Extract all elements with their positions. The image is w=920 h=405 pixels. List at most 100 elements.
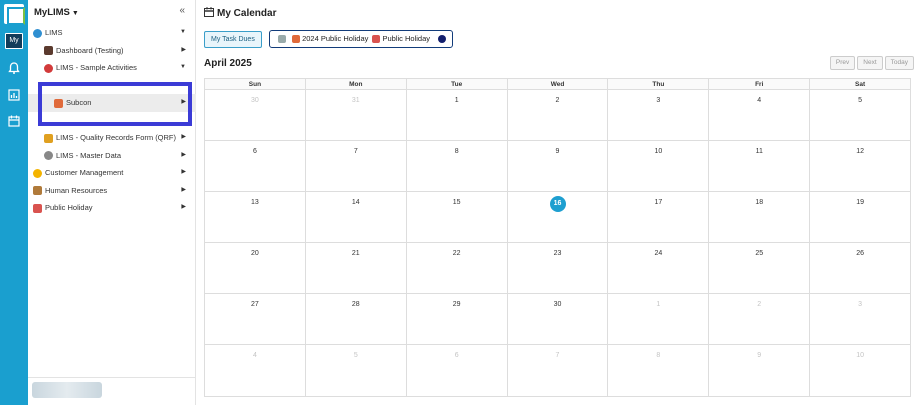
day-cell[interactable]: 5 xyxy=(304,345,406,396)
day-cell[interactable]: 19 xyxy=(809,192,910,242)
day-number-text: 28 xyxy=(351,301,360,308)
day-cell[interactable]: 30 xyxy=(205,90,305,140)
week-row: 4 5 6 7 8 9 10 xyxy=(205,345,910,396)
day-number: 20 xyxy=(205,250,305,257)
day-number-text: 20 xyxy=(251,250,259,257)
day-number-text: 10 xyxy=(654,148,663,155)
calendar-filter[interactable]: 2024 Public Holiday Public Holiday xyxy=(269,30,454,48)
day-cell[interactable]: 27 xyxy=(205,294,305,344)
day-cell[interactable]: 6 xyxy=(405,345,507,396)
day-cell[interactable]: 10 xyxy=(809,345,910,396)
my-button[interactable]: My xyxy=(5,33,23,49)
day-cell[interactable]: 1 xyxy=(405,90,507,140)
day-cell[interactable]: 23 xyxy=(506,243,608,293)
day-cell[interactable]: 26 xyxy=(809,243,910,293)
day-cell[interactable]: 22 xyxy=(405,243,507,293)
chevron-right-icon: ▶ xyxy=(181,46,186,53)
app-logo-icon[interactable] xyxy=(4,4,25,25)
page-title: My Calendar xyxy=(204,7,276,19)
day-cell[interactable]: 28 xyxy=(304,294,406,344)
day-number: 7 xyxy=(306,148,406,155)
day-cell[interactable]: 4 xyxy=(708,90,809,140)
sidebar-title[interactable]: MyLIMS ▼ xyxy=(34,7,79,18)
calendar-icon xyxy=(204,7,214,17)
day-number: 5 xyxy=(306,352,406,359)
day-cell[interactable]: 3 xyxy=(607,90,708,140)
weekday-sat: Sat xyxy=(809,79,910,89)
sidebar-item-human-resources[interactable]: Human Resources ▶ xyxy=(28,182,196,200)
day-cell-today[interactable]: 16 xyxy=(506,192,608,242)
day-cell[interactable]: 6 xyxy=(205,141,305,191)
day-cell[interactable]: 5 xyxy=(809,90,910,140)
next-button[interactable]: Next xyxy=(857,56,883,70)
day-number-text: 14 xyxy=(351,199,360,206)
sidebar-item-public-holiday[interactable]: Public Holiday ▶ xyxy=(28,199,196,217)
smiley-icon xyxy=(33,168,42,178)
day-cell[interactable]: 25 xyxy=(708,243,809,293)
day-cell[interactable]: 31 xyxy=(304,90,406,140)
double-chevron-left-icon[interactable]: « xyxy=(179,5,185,16)
day-cell[interactable]: 3 xyxy=(809,294,910,344)
day-cell[interactable]: 2 xyxy=(708,294,809,344)
day-number: 9 xyxy=(709,352,809,359)
day-cell[interactable]: 11 xyxy=(708,141,809,191)
day-number-text: 2 xyxy=(555,97,560,104)
day-number: 4 xyxy=(709,97,809,104)
day-cell[interactable]: 15 xyxy=(405,192,507,242)
day-cell[interactable]: 24 xyxy=(607,243,708,293)
day-number-text: 3 xyxy=(656,97,661,104)
day-number-text: 12 xyxy=(856,148,864,155)
user-avatar-redacted xyxy=(32,382,102,398)
sidebar-item-master-data[interactable]: LIMS - Master Data ▶ xyxy=(28,147,196,165)
sidebar: MyLIMS ▼ « LIMS ▼ Dashboard (Testing) ▶ L… xyxy=(28,0,196,405)
day-cell[interactable]: 18 xyxy=(708,192,809,242)
day-cell[interactable]: 7 xyxy=(506,345,608,396)
day-cell[interactable]: 8 xyxy=(607,345,708,396)
sidebar-item-qrf[interactable]: LIMS - Quality Records Form (QRF) ▶ xyxy=(28,129,196,147)
day-number: 26 xyxy=(810,250,910,257)
today-button[interactable]: Today xyxy=(884,56,914,70)
sidebar-item-subcon[interactable]: Subcon ▶ xyxy=(28,94,196,112)
day-cell[interactable]: 30 xyxy=(506,294,608,344)
day-cell[interactable]: 21 xyxy=(304,243,406,293)
chevron-down-icon: ▼ xyxy=(180,29,186,35)
day-cell[interactable]: 13 xyxy=(205,192,305,242)
day-cell[interactable]: 4 xyxy=(205,345,305,396)
day-cell[interactable]: 9 xyxy=(708,345,809,396)
my-task-dues-button[interactable]: My Task Dues xyxy=(204,31,262,48)
sidebar-item-lims[interactable]: LIMS ▼ xyxy=(28,24,196,42)
day-number-text: 17 xyxy=(654,199,663,206)
calendar-body: 30 31 1 2 3 4 5 6 7 8 9 10 11 12 13 14 15 16 17 18 19 20 21 22 2… xyxy=(205,90,910,396)
day-cell[interactable]: 17 xyxy=(607,192,708,242)
chevron-down-icon: ▼ xyxy=(180,64,186,70)
day-cell[interactable]: 8 xyxy=(405,141,507,191)
day-cell[interactable]: 12 xyxy=(809,141,910,191)
sidebar-item-sample-activities[interactable]: LIMS - Sample Activities ▼ xyxy=(28,59,196,77)
day-number-text: 9 xyxy=(555,148,560,155)
weekday-mon: Mon xyxy=(304,79,406,89)
prev-button[interactable]: Prev xyxy=(829,56,856,70)
sidebar-item-customer-management[interactable]: Customer Management ▶ xyxy=(28,164,196,182)
chart-icon[interactable] xyxy=(7,88,21,102)
day-number-text: 15 xyxy=(452,199,461,206)
week-row: 20 21 22 23 24 25 26 xyxy=(205,243,910,294)
day-cell[interactable]: 29 xyxy=(405,294,507,344)
day-cell[interactable]: 10 xyxy=(607,141,708,191)
chevron-right-icon: ▶ xyxy=(181,186,186,193)
day-cell[interactable]: 2 xyxy=(506,90,608,140)
day-cell[interactable]: 7 xyxy=(304,141,406,191)
day-number: 11 xyxy=(709,148,809,155)
day-number-text: 16 xyxy=(549,196,566,212)
day-cell[interactable]: 9 xyxy=(506,141,608,191)
bell-icon[interactable] xyxy=(7,61,21,75)
day-number: 30 xyxy=(205,97,305,104)
day-number-text: 23 xyxy=(553,250,562,257)
calendar-icon[interactable] xyxy=(7,114,21,128)
day-cell[interactable]: 14 xyxy=(304,192,406,242)
day-cell[interactable]: 20 xyxy=(205,243,305,293)
day-cell[interactable]: 1 xyxy=(607,294,708,344)
day-number-text: 1 xyxy=(454,97,459,104)
weekday-thu: Thu xyxy=(607,79,708,89)
day-number: 6 xyxy=(407,352,507,359)
sidebar-item-dashboard[interactable]: Dashboard (Testing) ▶ xyxy=(28,42,196,60)
